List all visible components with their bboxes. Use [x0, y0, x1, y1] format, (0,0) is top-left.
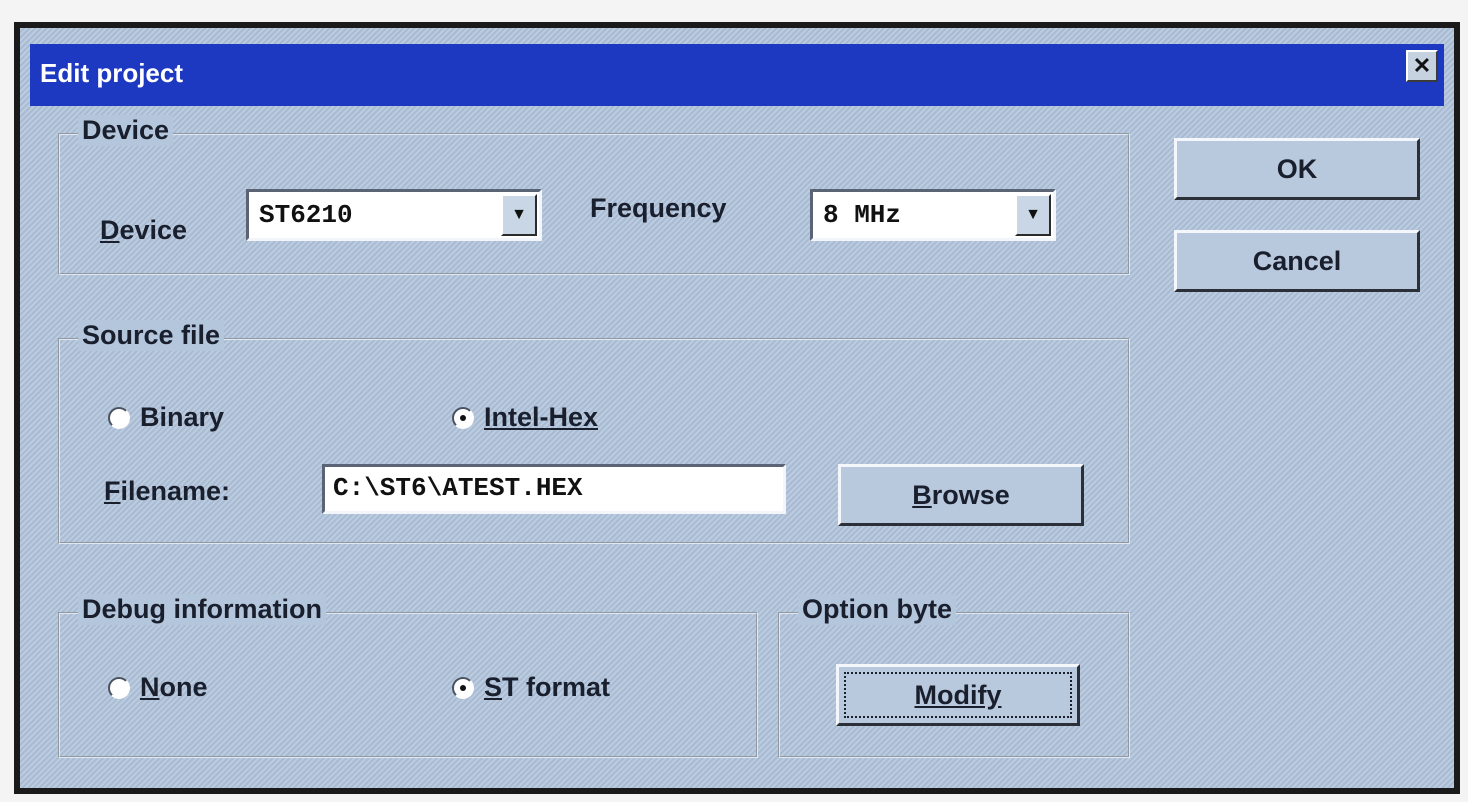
browse-button[interactable]: Browse: [838, 464, 1084, 526]
frequency-dropdown[interactable]: 8 MHz ▼: [810, 189, 1056, 241]
frequency-dropdown-value: 8 MHz: [823, 200, 902, 230]
device-dropdown[interactable]: ST6210 ▼: [246, 189, 542, 241]
radio-button-icon[interactable]: [108, 406, 130, 429]
debug-information-group: Debug information None ST format: [58, 594, 758, 758]
device-label: Device: [100, 215, 188, 245]
close-icon: ✕: [1412, 53, 1432, 78]
intel-hex-radio-label: Intel-Hex: [484, 402, 599, 432]
filename-label: Filename:: [104, 476, 231, 506]
st-format-radio-label: ST format: [484, 672, 611, 702]
debug-information-legend: Debug information: [78, 594, 326, 625]
intel-hex-radio[interactable]: Intel-Hex: [452, 402, 598, 433]
modify-button[interactable]: Modify: [836, 664, 1080, 726]
source-file-group: Source file Binary Intel-Hex Filename: C…: [58, 320, 1130, 544]
chevron-down-icon[interactable]: ▼: [501, 194, 537, 236]
cancel-button[interactable]: Cancel: [1174, 230, 1420, 292]
close-button[interactable]: ✕: [1406, 50, 1438, 82]
source-file-legend: Source file: [78, 320, 225, 351]
device-group: Device Device ST6210 ▼ Frequency 8 MHz ▼: [58, 115, 1130, 275]
filename-input[interactable]: C:\ST6\ATEST.HEX: [322, 464, 786, 514]
none-radio[interactable]: None: [108, 672, 208, 703]
none-radio-label: None: [140, 672, 208, 702]
chevron-down-icon[interactable]: ▼: [1015, 194, 1051, 236]
device-dropdown-value: ST6210: [259, 200, 353, 230]
radio-button-icon[interactable]: [108, 676, 130, 699]
st-format-radio[interactable]: ST format: [452, 672, 610, 703]
binary-radio-label: Binary: [140, 402, 225, 432]
binary-radio[interactable]: Binary: [108, 402, 224, 433]
option-byte-group: Option byte Modify: [778, 594, 1130, 758]
ok-button[interactable]: OK: [1174, 138, 1420, 200]
device-group-legend: Device: [78, 115, 174, 146]
radio-button-selected-icon[interactable]: [452, 406, 474, 429]
window-title: Edit project: [40, 58, 184, 88]
option-byte-legend: Option byte: [798, 594, 956, 625]
frequency-label: Frequency: [590, 193, 727, 223]
title-bar[interactable]: Edit project ✕: [30, 44, 1444, 106]
radio-button-selected-icon[interactable]: [452, 676, 474, 699]
edit-project-dialog: Edit project ✕ Device Device ST6210 ▼ Fr…: [20, 28, 1454, 788]
